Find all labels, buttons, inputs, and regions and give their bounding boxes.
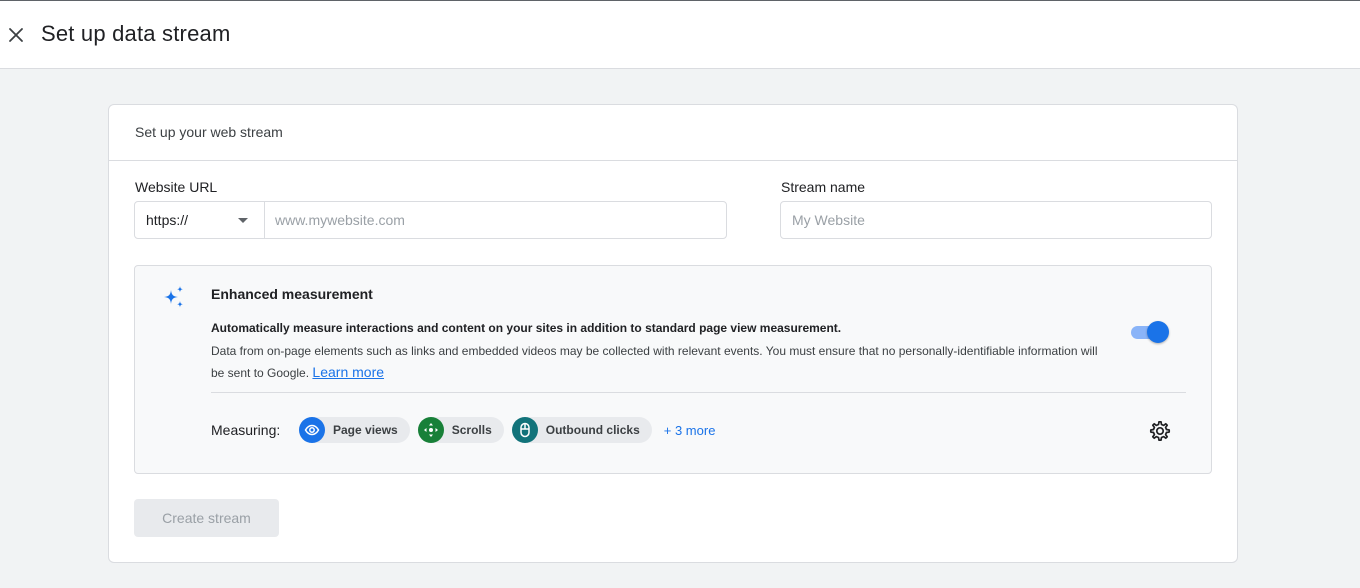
- sparkle-icon: [164, 286, 183, 308]
- measuring-chips: Page views Scrolls Outbound clicks + 3 m…: [299, 417, 715, 443]
- top-bar: Set up data stream: [0, 0, 1360, 69]
- create-stream-button[interactable]: Create stream: [134, 499, 279, 537]
- measuring-label: Measuring:: [211, 422, 281, 438]
- enhanced-measurement-title: Enhanced measurement: [211, 286, 373, 302]
- close-button[interactable]: [4, 23, 28, 47]
- stream-name-label: Stream name: [781, 179, 866, 195]
- chip-page-views[interactable]: Page views: [299, 417, 410, 443]
- web-stream-card: Set up your web stream Website URL https…: [108, 104, 1238, 563]
- card-header: Set up your web stream: [109, 105, 1237, 161]
- chip-label: Outbound clicks: [545, 423, 640, 437]
- chevron-down-icon: [238, 218, 248, 223]
- protocol-value: https://: [146, 212, 189, 228]
- stream-name-input[interactable]: [781, 202, 1211, 238]
- gear-icon[interactable]: [1148, 419, 1172, 443]
- toggle-knob: [1147, 321, 1169, 343]
- card-title: Set up your web stream: [135, 124, 283, 140]
- enhanced-measurement-toggle[interactable]: [1131, 321, 1169, 343]
- page-title: Set up data stream: [41, 21, 231, 46]
- more-measurements-link[interactable]: + 3 more: [664, 423, 716, 438]
- chip-label: Page views: [333, 423, 398, 437]
- enhanced-measurement-summary: Automatically measure interactions and c…: [211, 321, 842, 335]
- website-url-input[interactable]: [265, 202, 726, 238]
- chip-scrolls[interactable]: Scrolls: [417, 417, 504, 443]
- chip-outbound-clicks[interactable]: Outbound clicks: [511, 417, 652, 443]
- chip-label: Scrolls: [451, 423, 492, 437]
- protocol-select[interactable]: https://: [135, 202, 265, 238]
- stream-name-field: [780, 201, 1212, 239]
- website-url-label: Website URL: [135, 179, 218, 195]
- divider: [211, 392, 1186, 393]
- enhanced-measurement-panel: Enhanced measurement Automatically measu…: [134, 265, 1212, 474]
- website-url-field: https://: [134, 201, 727, 239]
- learn-more-link[interactable]: Learn more: [312, 364, 384, 380]
- mouse-icon: [511, 417, 538, 443]
- eye-icon: [299, 417, 325, 443]
- close-icon: [9, 28, 23, 42]
- enhanced-measurement-description: Data from on-page elements such as links…: [211, 341, 1111, 384]
- scroll-icon: [417, 417, 444, 443]
